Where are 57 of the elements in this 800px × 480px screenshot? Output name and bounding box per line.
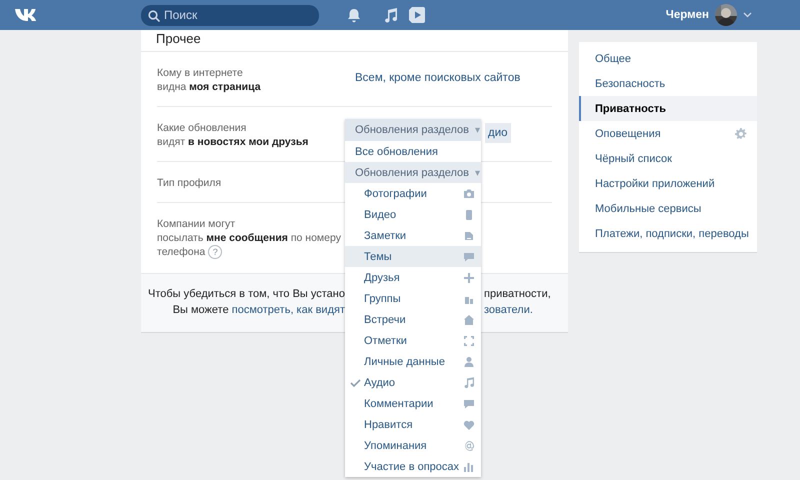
dropdown-option[interactable]: Упоминания	[345, 435, 481, 456]
dropdown-option[interactable]: Друзья	[345, 267, 481, 288]
dropdown-option[interactable]: Обновления разделов ▾	[345, 162, 481, 183]
hint-text: Чтобы убедиться в том, что Вы устано	[148, 287, 345, 302]
person-icon	[463, 356, 475, 368]
setting-value[interactable]: Всем, кроме поисковых сайтов	[355, 66, 520, 94]
menu-item[interactable]: Настройки приложений	[579, 171, 757, 196]
bell-icon[interactable]	[347, 8, 361, 22]
menu-item[interactable]: Мобильные сервисы	[579, 196, 757, 221]
music-note-icon	[463, 376, 475, 388]
caret-icon	[743, 12, 752, 18]
bar-chart-icon	[463, 460, 475, 472]
menu-item[interactable]: Приватность	[579, 96, 757, 121]
setting-label: Тип профиля	[157, 176, 222, 190]
dropdown-option[interactable]: Темы	[345, 246, 481, 267]
menu-item[interactable]: Оповещения	[579, 121, 757, 146]
dropdown-select[interactable]: Обновления разделов ▾	[345, 119, 481, 141]
comment-icon	[463, 250, 475, 262]
hint-text: приватности,	[484, 288, 551, 300]
house-icon	[463, 314, 475, 326]
setting-label: Какие обновления видят в новостях мои друзья	[157, 121, 308, 149]
gear-icon[interactable]	[735, 128, 747, 140]
note-icon	[463, 230, 475, 242]
plus-icon	[463, 272, 475, 284]
menu-item[interactable]: Чёрный список	[579, 146, 757, 171]
dropdown-option[interactable]: Фотографии	[345, 183, 481, 204]
frame-icon	[463, 334, 475, 346]
menu-item[interactable]: Безопасность	[579, 71, 757, 96]
dropdown-option[interactable]: Нравится	[345, 414, 481, 435]
dropdown-option[interactable]: Комментарии	[345, 393, 481, 414]
music-icon[interactable]	[383, 8, 398, 22]
dropdown-option[interactable]: Видео	[345, 204, 481, 225]
menu-item[interactable]: Общее	[579, 46, 757, 71]
hint-text: Вы можете	[172, 303, 230, 318]
camera-icon	[463, 188, 475, 200]
user-name[interactable]: Чермен	[666, 9, 709, 21]
dropdown-option[interactable]: Заметки	[345, 225, 481, 246]
dropdown-option[interactable]: Все обновления	[345, 141, 481, 162]
menu-item[interactable]: Платежи, подписки, переводы	[579, 221, 757, 246]
dropdown-option[interactable]: Личные данные	[345, 351, 481, 372]
dropdown-option[interactable]: Встречи	[345, 309, 481, 330]
setting-label: Кому в интернете видна моя страница	[157, 66, 261, 94]
dropdown-option[interactable]: Отметки	[345, 330, 481, 351]
page-icon	[463, 208, 475, 220]
setting-value[interactable]: дио	[485, 123, 511, 143]
heart-icon	[463, 418, 475, 430]
setting-label: телефона	[157, 245, 206, 259]
view-as-link[interactable]: посмотреть, как видят	[232, 302, 345, 318]
dropdown-option[interactable]: Группы	[345, 288, 481, 309]
view-as-link[interactable]: зователи.	[484, 304, 533, 316]
search-field[interactable]: Поиск	[141, 4, 319, 26]
section-title: Прочее	[141, 30, 568, 52]
dropdown-option[interactable]: Аудио	[345, 372, 481, 393]
dropdown-option[interactable]: Участие в опросах	[345, 456, 481, 477]
comment-icon	[463, 398, 475, 410]
video-icon[interactable]	[408, 7, 425, 23]
at-sign-icon	[463, 440, 475, 452]
